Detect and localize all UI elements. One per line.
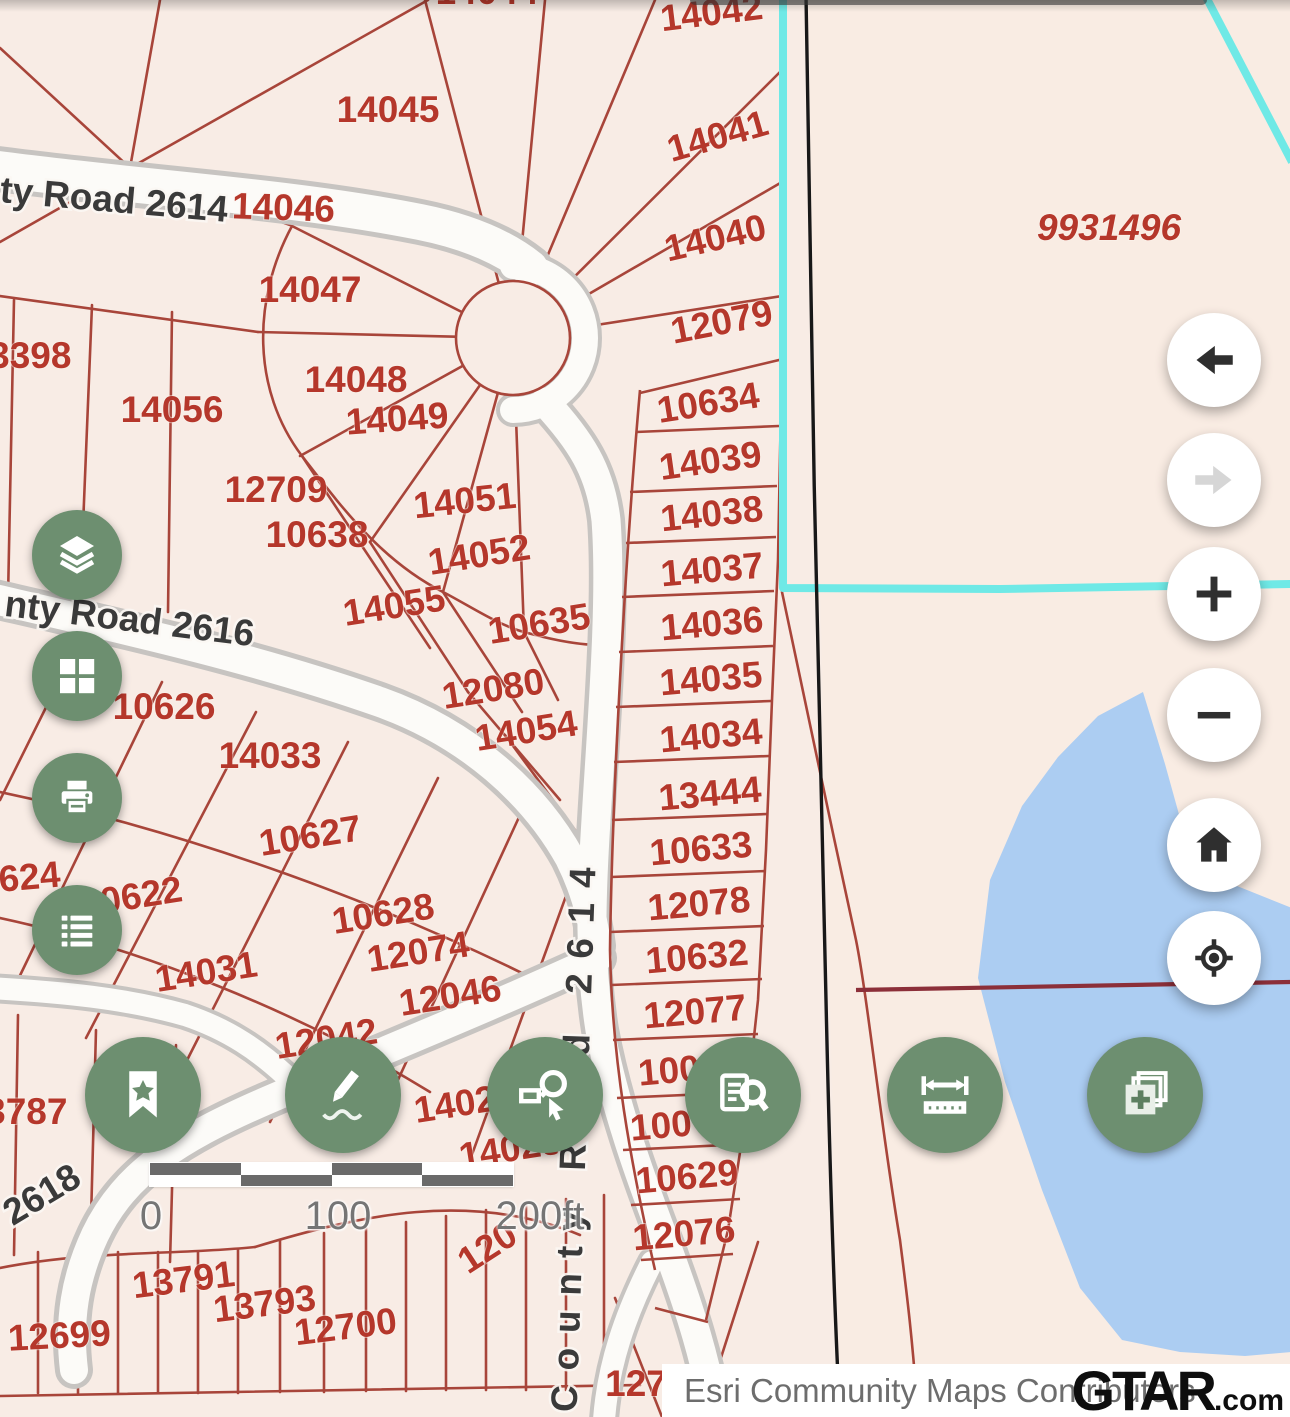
print-icon [54, 775, 100, 821]
parcel-label: 14049 [344, 394, 450, 442]
bookmark-icon [113, 1065, 173, 1125]
parcel-label: 14045 [337, 89, 440, 130]
parcel-label: 9931496 [1037, 207, 1181, 248]
layers-icon [53, 531, 101, 579]
parcel-label: 14047 [259, 269, 362, 310]
forward-button[interactable] [1167, 433, 1261, 527]
draw-button[interactable] [285, 1037, 401, 1153]
parcel-label: 10638 [266, 514, 369, 555]
legend-button[interactable] [32, 885, 122, 975]
cul-de-sac-parcel [456, 281, 570, 395]
back-arrow-icon [1189, 335, 1239, 385]
add-layers-icon [1114, 1064, 1176, 1126]
scale-segment [241, 1175, 332, 1187]
scale-segment [422, 1163, 513, 1175]
measure-icon [915, 1065, 975, 1125]
plus-icon [1188, 568, 1240, 620]
top-edge-bar [690, 0, 1207, 5]
scale-segment [241, 1163, 332, 1175]
scale-bar [150, 1163, 513, 1186]
locate-icon [1189, 933, 1239, 983]
print-button[interactable] [32, 753, 122, 843]
document-search-icon [712, 1064, 774, 1126]
minus-icon [1188, 689, 1240, 741]
home-icon [1189, 820, 1239, 870]
grid-icon [53, 652, 101, 700]
zoom-out-button[interactable] [1167, 668, 1261, 762]
gtar-logo-tld: .com [1214, 1384, 1284, 1417]
bookmarks-button[interactable] [85, 1037, 201, 1153]
select-button[interactable] [487, 1037, 603, 1153]
basemap-grid-button[interactable] [32, 631, 122, 721]
parcel-label: 13398 [0, 335, 71, 376]
forward-arrow-icon [1189, 455, 1239, 505]
scale-segment [150, 1175, 241, 1187]
parcel-label: 14048 [305, 359, 408, 400]
scale-segment [150, 1163, 241, 1175]
gtar-logo: GTAR .com [1071, 1358, 1284, 1417]
parcel-label: 12709 [225, 469, 328, 510]
parcel-label: 12699 [7, 1312, 112, 1358]
measure-button[interactable] [887, 1037, 1003, 1153]
parcel-label: 14044 [436, 0, 539, 12]
parcel-label: 14056 [121, 389, 224, 430]
select-cursor-icon [514, 1064, 576, 1126]
home-button[interactable] [1167, 798, 1261, 892]
layers-button[interactable] [32, 510, 122, 600]
gtar-logo-text: GTAR [1071, 1364, 1214, 1417]
zoom-in-button[interactable] [1167, 547, 1261, 641]
list-icon [54, 907, 100, 953]
parcel-label: 14033 [219, 735, 322, 776]
locate-button[interactable] [1167, 911, 1261, 1005]
parcel-label: 100 [628, 1102, 693, 1148]
back-button[interactable] [1167, 313, 1261, 407]
parcel-label: 14046 [231, 185, 335, 230]
map-viewer: 1404414042140451404114046140409931496140… [0, 0, 1290, 1417]
add-data-button[interactable] [1087, 1037, 1203, 1153]
scale-segment [332, 1163, 423, 1175]
parcel-label: 127 [605, 1363, 667, 1404]
scale-label-100: 100 [305, 1194, 372, 1239]
scale-label-0: 0 [140, 1194, 162, 1239]
scale-segment [422, 1175, 513, 1187]
parcel-label: 13787 [0, 1091, 67, 1132]
scale-segment [332, 1175, 423, 1187]
parcel-map[interactable]: 1404414042140451404114046140409931496140… [0, 0, 1290, 1417]
scale-label-200ft: 200ft [496, 1194, 585, 1239]
parcel-label: 10626 [113, 686, 216, 727]
search-attributes-button[interactable] [685, 1037, 801, 1153]
pencil-icon [312, 1064, 374, 1126]
